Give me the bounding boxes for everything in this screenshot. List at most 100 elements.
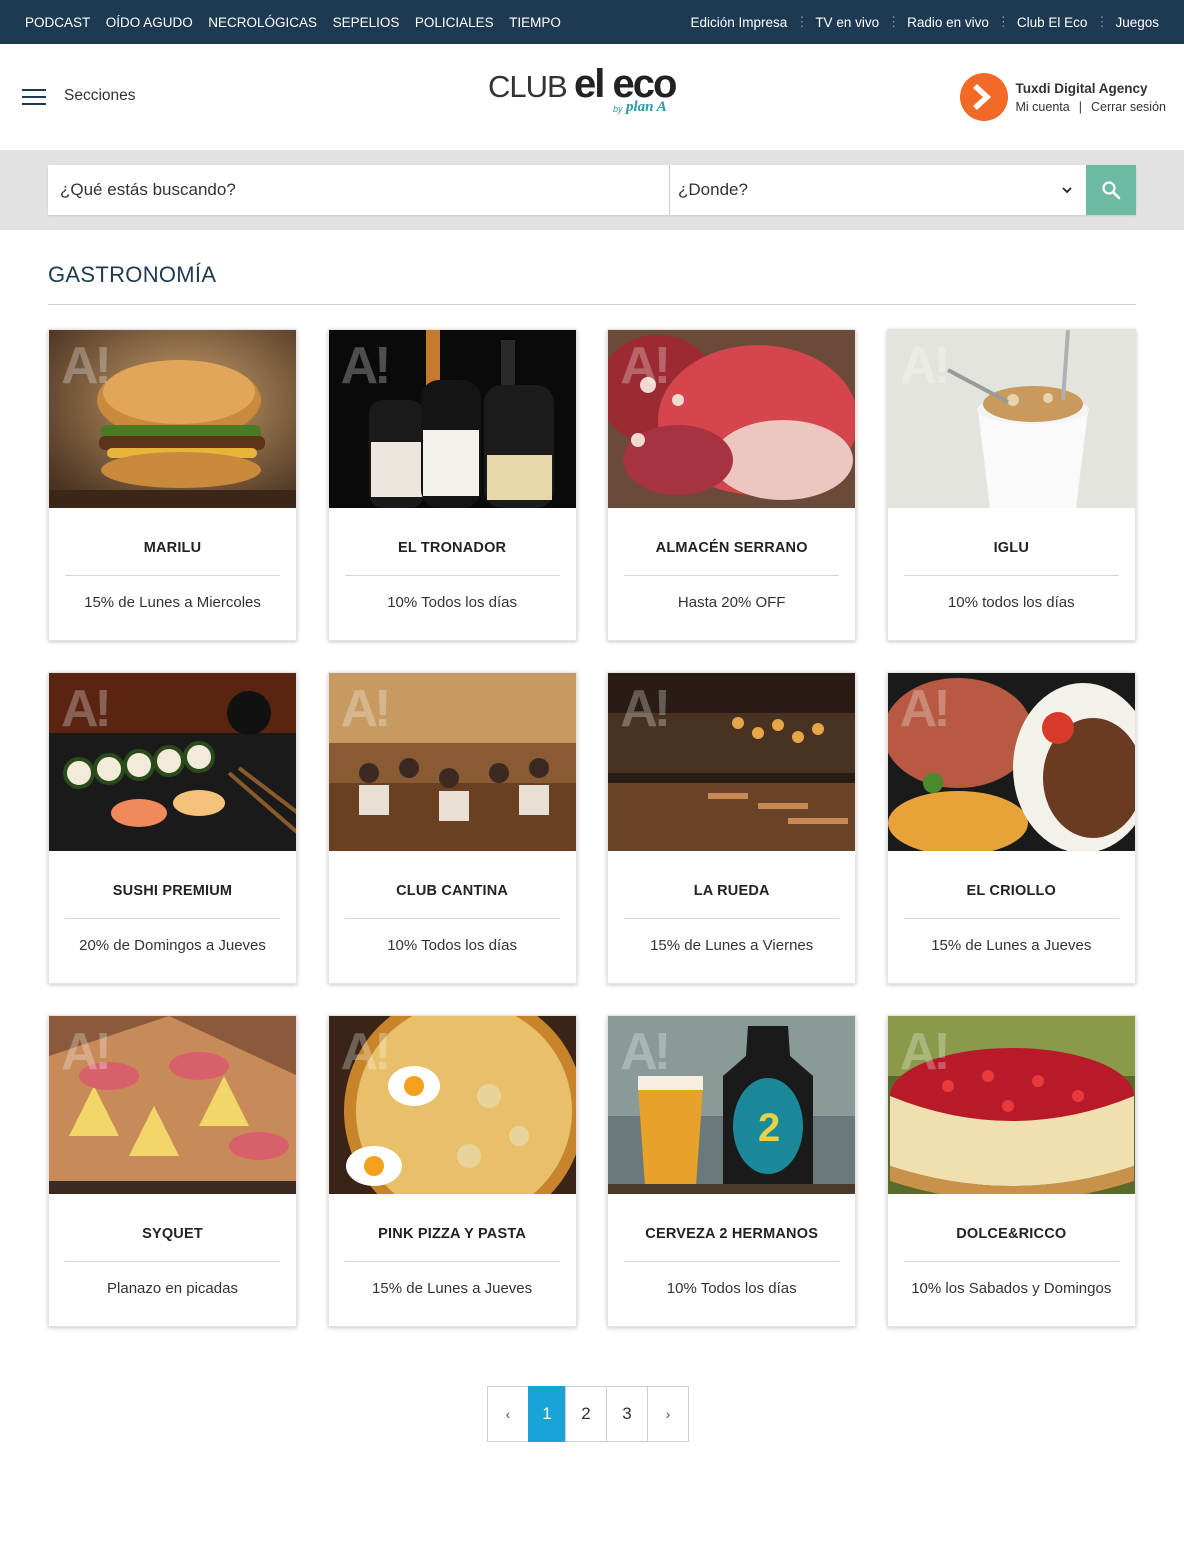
link-separator: | (1078, 99, 1082, 114)
offer-title: DOLCE&RICCO (956, 1226, 1067, 1242)
offer-card-la-rueda[interactable]: A! LA RUEDA 15% de Lunes a Viernes (607, 672, 857, 984)
page-button-2[interactable]: 2 (565, 1386, 607, 1442)
sections-menu-label[interactable]: Secciones (64, 87, 136, 105)
section-divider (48, 304, 1136, 305)
bar-interior-photo: A! (608, 673, 856, 851)
offer-card-iglu[interactable]: A! IGLU 10% todos los días (886, 329, 1136, 641)
user-info: Tuxdi Digital Agency Mi cuenta | Cerrar se… (1016, 81, 1166, 114)
offer-title: SYQUET (142, 1226, 203, 1242)
logo-by-text: by (613, 104, 623, 114)
pizza-photo: A! (328, 1016, 576, 1194)
dessert-cup-photo: A! (887, 330, 1135, 508)
my-account-link[interactable]: Mi cuenta (1016, 100, 1070, 114)
card-divider (344, 918, 560, 919)
card-divider (903, 575, 1119, 576)
offer-description: 10% Todos los días (387, 594, 517, 611)
offer-description: 10% Todos los días (666, 1280, 797, 1297)
offer-title: SUSHI PREMIUM (112, 883, 233, 899)
avatar[interactable] (959, 73, 1008, 121)
search-input[interactable] (48, 165, 670, 215)
nav-link-juegos[interactable]: Juegos (1115, 15, 1159, 30)
nav-divider: ⋮ (887, 14, 900, 29)
nav-link-club-el-eco[interactable]: Club El Eco (1017, 15, 1088, 30)
nav-link-tv-en-vivo[interactable]: TV en vivo (815, 15, 879, 30)
offer-title: MARILU (143, 540, 202, 556)
offer-title: CERVEZA 2 HERMANOS (645, 1226, 819, 1242)
card-divider (65, 575, 280, 576)
offer-card-syquet[interactable]: A! SYQUET Planazo en picadas (48, 1015, 297, 1327)
pagination: ‹ 1 2 3 › (487, 1386, 689, 1442)
burger-photo: A! (49, 330, 296, 508)
offer-card-marilu[interactable]: A! MARILU 15% de Lunes a Miercoles (48, 329, 297, 641)
card-divider (65, 1261, 280, 1262)
offer-title: IGLU (993, 540, 1029, 556)
card-divider (344, 1261, 560, 1262)
nav-divider: ⋮ (1095, 14, 1108, 29)
nav-link-radio-en-vivo[interactable]: Radio en vivo (907, 15, 989, 30)
club-el-eco-logo[interactable]: CLUB el eco by plan A (488, 62, 688, 126)
offer-card-dolce-ricco[interactable]: A! DOLCE&RICCO 10% los Sabados y Domingo… (886, 1015, 1136, 1327)
offer-card-el-criollo[interactable]: A! EL CRIOLLO 15% de Lunes a Jueves (886, 672, 1136, 984)
nav-link-edicion-impresa[interactable]: Edición Impresa (691, 15, 788, 30)
offer-description: 15% de Lunes a Jueves (931, 937, 1092, 954)
offer-description: Hasta 20% OFF (677, 594, 786, 611)
card-divider (624, 918, 840, 919)
offer-description: Planazo en picadas (107, 1280, 238, 1297)
offer-card-club-cantina[interactable]: A! CLUB CANTINA 10% Todos los días (327, 672, 577, 984)
nav-link-policiales[interactable]: POLICIALES (415, 15, 494, 30)
page-button-1[interactable]: 1 (528, 1386, 566, 1442)
card-divider (344, 575, 560, 576)
nav-link-tiempo[interactable]: TIEMPO (509, 15, 561, 30)
sushi-photo: A! (49, 673, 296, 851)
offer-title: EL CRIOLLO (966, 883, 1057, 899)
top-navigation-bar: PODCAST OÍDO AGUDO NECROLÓGICAS SEPELIOS… (0, 0, 1184, 44)
top-nav-right: Edición Impresa ⋮ TV en vivo ⋮ Radio en … (691, 14, 1159, 30)
offer-description: 10% los Sabados y Domingos (911, 1280, 1112, 1297)
offer-description: 10% todos los días (947, 594, 1075, 611)
offer-card-sushi-premium[interactable]: A! SUSHI PREMIUM 20% de Domingos a Jueve… (48, 672, 297, 984)
card-divider (65, 918, 280, 919)
offer-title: PINK PIZZA Y PASTA (378, 1226, 526, 1242)
wine-bottles-photo: A! (328, 330, 576, 508)
nav-divider: ⋮ (795, 14, 808, 29)
logout-link[interactable]: Cerrar sesión (1091, 100, 1166, 114)
chevron-down-icon (1062, 187, 1072, 193)
offer-card-pink-pizza-y-pasta[interactable]: A! PINK PIZZA Y PASTA 15% de Lunes a Jue… (327, 1015, 577, 1327)
card-divider (624, 1261, 840, 1262)
nav-link-podcast[interactable]: PODCAST (25, 15, 90, 30)
card-divider (903, 918, 1119, 919)
offer-description: 20% de Domingos a Jueves (79, 937, 266, 954)
search-box: ¿Donde? (48, 165, 1136, 215)
nav-link-necrologicas[interactable]: NECROLÓGICAS (208, 15, 317, 30)
restaurant-interior-photo: A! (328, 673, 576, 851)
nav-link-sepelios[interactable]: SEPELIOS (333, 15, 400, 30)
page-button-3[interactable]: 3 (606, 1386, 648, 1442)
user-name: Tuxdi Digital Agency (1015, 80, 1148, 96)
search-button[interactable] (1086, 165, 1136, 215)
section-title: GASTRONOMÍA (48, 262, 217, 287)
grilled-meat-photo: A! (887, 673, 1135, 851)
cheesecake-photo: A! (887, 1016, 1135, 1194)
prev-page-button[interactable]: ‹ (487, 1386, 529, 1442)
offer-card-almacen-serrano[interactable]: A! ALMACÉN SERRANO Hasta 20% OFF (607, 329, 857, 641)
cheese-platter-photo: A! (49, 1016, 296, 1194)
search-bar-area: ¿Donde? (0, 150, 1184, 230)
offer-title: ALMACÉN SERRANO (655, 540, 808, 556)
beer-photo: 2 A! (608, 1016, 856, 1194)
next-page-button[interactable]: › (647, 1386, 689, 1442)
nav-divider: ⋮ (996, 14, 1010, 29)
offer-card-cerveza-2-hermanos[interactable]: 2 A! CERVEZA 2 HERMANOS 10% Todos los dí… (607, 1015, 857, 1327)
chevron-right-icon (972, 84, 991, 110)
nav-link-oido-agudo[interactable]: OÍDO AGUDO (106, 15, 193, 30)
top-nav-left: PODCAST OÍDO AGUDO NECROLÓGICAS SEPELIOS… (25, 15, 576, 30)
menu-icon[interactable] (22, 89, 46, 105)
offers-grid: A! MARILU 15% de Lunes a Miercoles A! EL… (48, 329, 1136, 1327)
logo-plan-text: plan A (626, 99, 667, 115)
svg-text:2: 2 (758, 1106, 780, 1150)
logo-club-text: CLUB (488, 69, 568, 104)
user-links: Mi cuenta | Cerrar sesión (1016, 100, 1166, 114)
offer-title: CLUB CANTINA (396, 883, 509, 899)
offer-description: 10% Todos los días (387, 937, 517, 954)
offer-card-el-tronador[interactable]: A! EL TRONADOR 10% Todos los días (327, 329, 577, 641)
location-select[interactable]: ¿Donde? (670, 165, 1086, 215)
